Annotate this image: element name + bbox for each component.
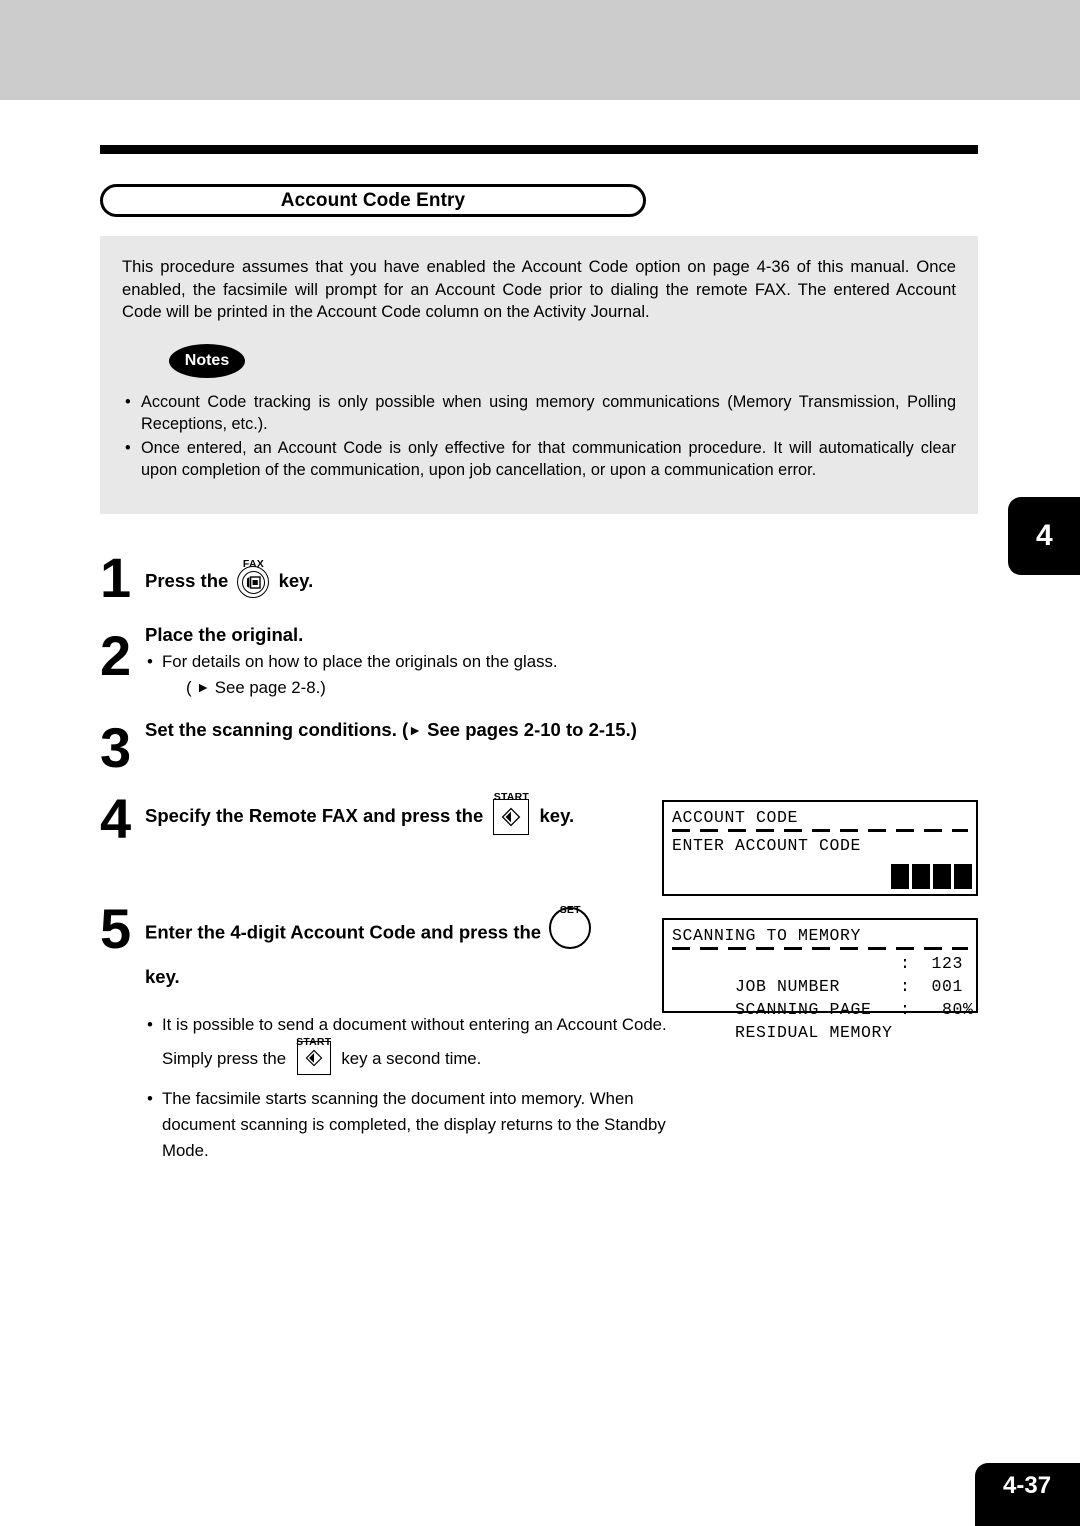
cursor-block <box>912 864 930 889</box>
step-5: 5 Enter the 4-digit Account Code and pre… <box>100 897 680 1161</box>
step-1: 1 Press the FAX key. <box>100 546 680 622</box>
notes-badge: Notes <box>169 343 245 378</box>
step-5-number: 5 <box>100 897 132 960</box>
notes-list: Account Code tracking is only possible w… <box>122 391 956 482</box>
section-title: Account Code Entry <box>280 189 466 211</box>
step-2-bullet: For details on how to place the original… <box>145 649 680 701</box>
ref-text: See page 2-8.) <box>214 678 326 697</box>
start-diamond-icon <box>502 807 521 827</box>
step-2: 2 Place the original. For details on how… <box>100 622 680 715</box>
step-2-bullet-ref: ( ► See page 2-8.) <box>162 675 680 701</box>
top-gray-band <box>0 0 1080 100</box>
lcd2-residual-memory-label: RESIDUAL MEMORY <box>735 1023 893 1042</box>
section-title-pill: Account Code Entry <box>100 184 646 217</box>
chapter-tab-number: 4 <box>1036 519 1053 552</box>
step-4-number: 4 <box>100 787 132 850</box>
step-3-heading: Set the scanning conditions. (► See page… <box>145 717 680 743</box>
step-5-text-before: Enter the 4-digit Account Code and press… <box>145 921 542 943</box>
step-5-bullet-2: The facsimile starts scanning the docume… <box>145 1086 680 1164</box>
step-5-bullet-1-text-after: key a second time. <box>341 1048 482 1068</box>
cursor-block <box>891 864 909 889</box>
step-1-text-after: key. <box>278 569 314 591</box>
manual-page: Account Code Entry This procedure assume… <box>0 0 1080 1526</box>
fax-machine-icon <box>246 575 261 589</box>
lcd2-title: SCANNING TO MEMORY <box>672 926 862 945</box>
footer-page-tab: 4-37 <box>975 1463 1080 1526</box>
step-4-text-before: Specify the Remote FAX and press the <box>145 804 484 826</box>
step-2-bullet-text: For details on how to place the original… <box>162 652 558 671</box>
page-number: 4-37 <box>1003 1472 1052 1499</box>
step-1-number: 1 <box>100 546 132 609</box>
step-4-text-after: key. <box>539 804 575 826</box>
section-top-rule <box>100 145 978 154</box>
intro-info-box: This procedure assumes that you have ena… <box>100 236 978 514</box>
arrow-right-icon: ► <box>196 679 211 695</box>
step-2-heading: Place the original. <box>145 624 304 645</box>
lcd2-residual-memory-value: : 80% <box>900 1000 974 1019</box>
step-4-heading: Specify the Remote FAX and press the STA… <box>145 791 680 835</box>
lcd-panel-scanning-to-memory: SCANNING TO MEMORY JOB NUMBER : 123 SCAN… <box>662 918 978 1042</box>
lcd-panel-account-code: ACCOUNT CODE ENTER ACCOUNT CODE <box>662 800 978 896</box>
fax-key-glyph[interactable]: FAX <box>237 558 270 598</box>
start-key-glyph[interactable]: START <box>493 791 530 835</box>
lcd1-row-label: ENTER ACCOUNT CODE <box>672 836 862 855</box>
chapter-tab: 4 <box>1008 497 1080 575</box>
lcd2-row-residual-memory: RESIDUAL MEMORY : 80% <box>672 998 973 1042</box>
step-1-heading: Press the FAX key. <box>145 558 680 598</box>
steps-list: 1 Press the FAX key. 2 Place the origina… <box>100 546 680 1161</box>
start-key-label: START <box>296 1036 332 1048</box>
step-5-bullet-1: It is possible to send a document withou… <box>145 1008 680 1078</box>
note-item: Once entered, an Account Code is only ef… <box>122 437 956 482</box>
step-3-text-2: See pages 2-10 to 2-15.) <box>427 719 637 740</box>
intro-paragraph: This procedure assumes that you have ena… <box>122 257 956 321</box>
set-key-glyph[interactable]: SET <box>549 904 592 960</box>
step-2-number: 2 <box>100 624 132 687</box>
step-1-text-before: Press the <box>145 569 229 591</box>
step-3: 3 Set the scanning conditions. (► See pa… <box>100 715 680 787</box>
fax-key-label: FAX <box>242 558 264 570</box>
lcd1-cursor-blocks <box>891 864 972 889</box>
set-key-label: SET <box>559 904 581 916</box>
step-4: 4 Specify the Remote FAX and press the S… <box>100 787 680 897</box>
step-3-text-1: Set the scanning conditions. ( <box>145 719 409 740</box>
start-key-glyph[interactable]: START <box>296 1036 331 1078</box>
step-5-heading: Enter the 4-digit Account Code and press… <box>145 904 680 994</box>
notes-badge-label: Notes <box>184 351 230 369</box>
lcd1-title: ACCOUNT CODE <box>672 808 799 827</box>
step-5-bullets: It is possible to send a document withou… <box>145 1008 680 1164</box>
lcd2-scanning-page-value: : 001 <box>900 977 964 996</box>
start-key-label: START <box>493 791 529 803</box>
cursor-block <box>954 864 972 889</box>
step-5-text-after: key. <box>145 966 180 987</box>
note-item: Account Code tracking is only possible w… <box>122 391 956 436</box>
lcd2-row-scanning-page: SCANNING PAGE : 001 <box>672 975 968 1019</box>
lcd2-separator <box>672 947 968 950</box>
ref-paren-open: ( <box>186 678 192 697</box>
arrow-right-icon: ► <box>408 722 422 738</box>
step-2-bullets: For details on how to place the original… <box>145 649 680 701</box>
lcd2-row-job-number: JOB NUMBER : 123 <box>672 952 968 996</box>
lcd2-job-number-value: : 123 <box>900 954 964 973</box>
step-3-number: 3 <box>100 716 132 779</box>
lcd1-separator <box>672 829 968 832</box>
cursor-block <box>933 864 951 889</box>
